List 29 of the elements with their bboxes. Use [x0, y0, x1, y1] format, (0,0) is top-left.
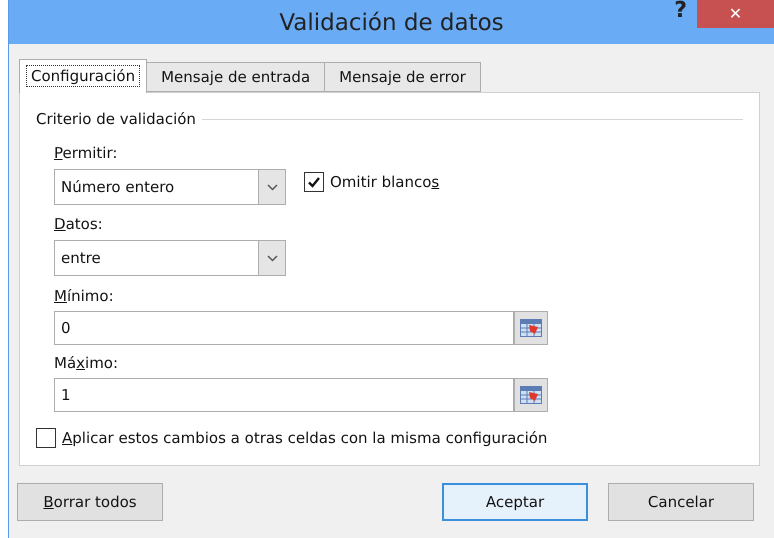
dropdown[interactable]: Número entero: [54, 169, 286, 205]
group-title: Criterio de validación: [36, 109, 196, 129]
cancel-button[interactable]: Cancelar: [608, 483, 754, 521]
help-button[interactable]: ?: [674, 0, 687, 22]
dropdown[interactable]: entre: [54, 240, 286, 276]
input-field[interactable]: 1: [54, 378, 514, 412]
checkbox-label: Aplicar estos cambios a otras celdas con la misma configuración: [62, 428, 548, 448]
window-title: Validación de datos: [278, 9, 505, 38]
close-button[interactable]: ✕: [697, 0, 774, 28]
checkbox-label: Omitir blancos: [330, 172, 440, 192]
grid-icon: [520, 319, 542, 337]
grid-icon: [520, 386, 542, 404]
checkbox[interactable]: [36, 428, 56, 448]
tab[interactable]: Configuración: [19, 59, 148, 93]
chevron-down-icon: [266, 184, 278, 190]
clear-all-button[interactable]: Borrar todos: [17, 483, 163, 521]
tab[interactable]: Mensaje de entrada: [147, 62, 326, 92]
ok-button[interactable]: Aceptar: [442, 483, 588, 521]
field-label: Mínimo:: [54, 286, 114, 306]
range-picker-button[interactable]: [514, 311, 548, 345]
field-label: Datos:: [54, 214, 103, 234]
tab[interactable]: Mensaje de error: [325, 62, 481, 92]
range-picker-button[interactable]: [514, 378, 548, 412]
chevron-down-icon: [266, 254, 278, 262]
checkmark-icon: [307, 175, 321, 189]
field-label: Máximo:: [54, 353, 118, 373]
field-label: Permitir:: [54, 143, 118, 163]
input-field[interactable]: 0: [54, 311, 514, 345]
checkbox[interactable]: [304, 172, 324, 192]
